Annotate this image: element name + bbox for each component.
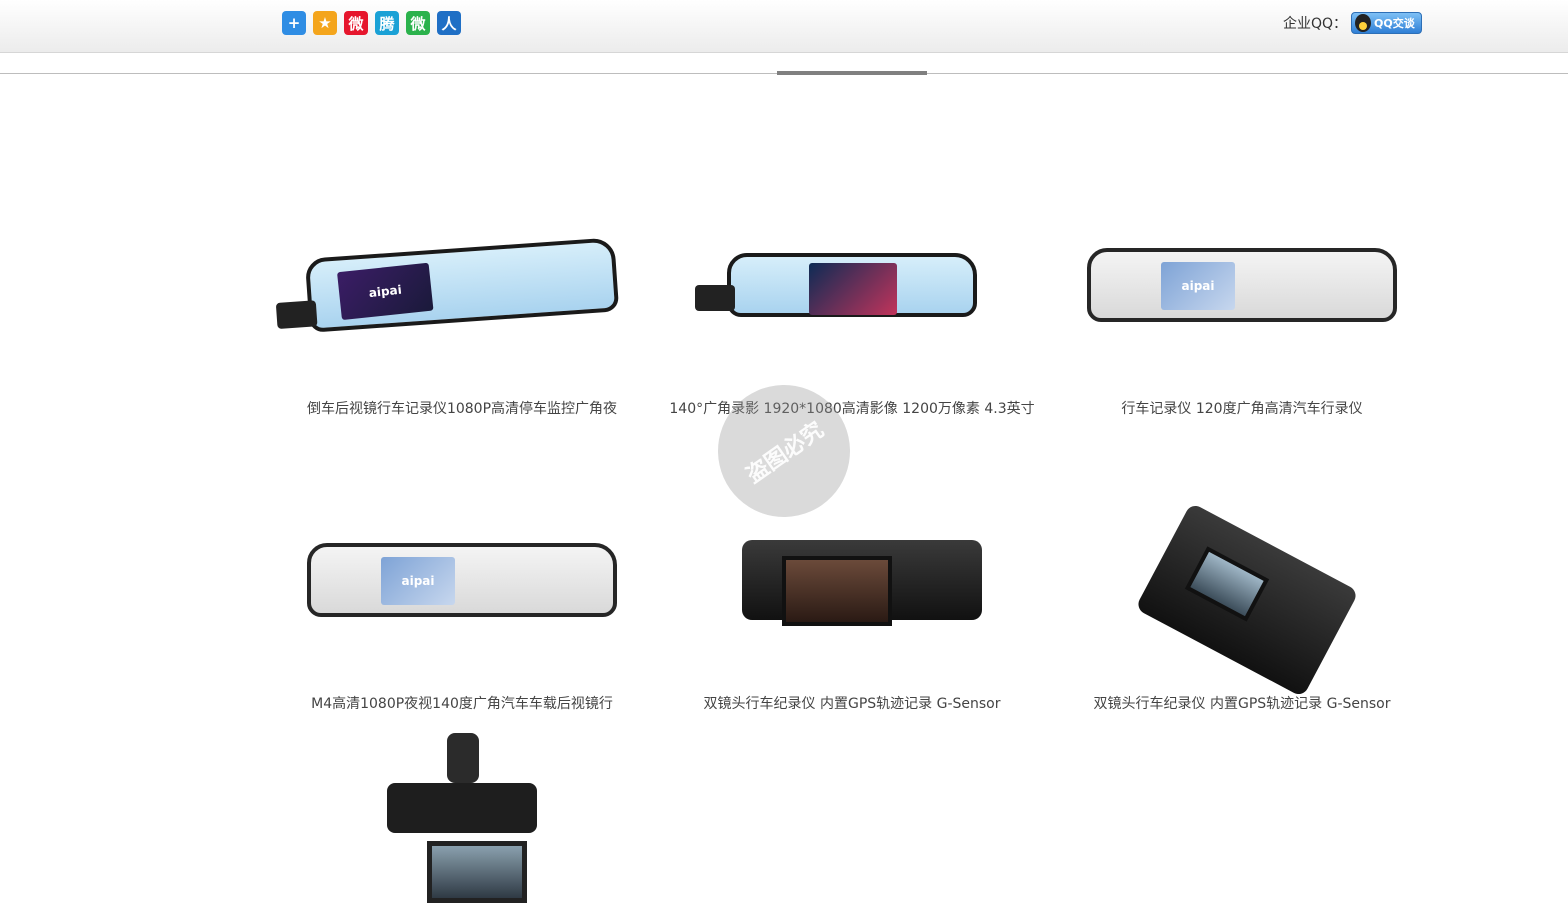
dashboard-screen [809,263,897,315]
weibo-icon[interactable]: 微 [344,11,368,35]
product-card[interactable]: aipai 倒车后视镜行车记录仪1080P高清停车监控广角夜 [267,210,657,418]
mirror-dvr-image [695,253,977,317]
share-icons: + ★ 微 腾 微 人 [282,11,461,35]
share-plus-icon[interactable]: + [282,11,306,35]
product-card[interactable]: aipai 行车记录仪 120度广角高清汽车行录仪 [1047,210,1437,418]
product-image[interactable] [657,210,1047,360]
wechat-icon[interactable]: 微 [406,11,430,35]
screen-brand: aipai [1161,262,1235,310]
camera-lcd [427,841,527,903]
mirror-dvr-image: aipai [1087,248,1397,322]
tencent-weibo-icon[interactable]: 腾 [375,11,399,35]
product-caption[interactable]: 行车记录仪 120度广角高清汽车行录仪 [1047,398,1437,418]
product-card[interactable]: 双镜头行车纪录仪 内置GPS轨迹记录 G-Sensor [657,505,1047,713]
camera-mount [447,733,479,783]
qq-penguin-icon [1355,14,1372,32]
product-card[interactable]: 双镜头行车纪录仪 内置GPS轨迹记录 G-Sensor [1047,502,1437,713]
product-caption[interactable]: 倒车后视镜行车记录仪1080P高清停车监控广角夜 [267,398,657,418]
screen-brand: aipai [381,557,455,605]
product-image[interactable]: aipai [267,210,657,360]
mirror-dvr-image: aipai [307,543,617,617]
camera-lens-bar [387,783,537,833]
product-card[interactable]: aipai M4高清1080P夜视140度广角汽车车载后视镜行 [267,505,657,713]
product-caption[interactable]: 双镜头行车纪录仪 内置GPS轨迹记录 G-Sensor [657,693,1047,713]
renren-icon[interactable]: 人 [437,11,461,35]
product-image[interactable]: aipai [1047,210,1437,360]
product-card[interactable]: 140°广角录影 1920*1080高清影像 1200万像素 4.3英寸 [657,210,1047,418]
product-caption[interactable]: M4高清1080P夜视140度广角汽车车载后视镜行 [267,693,657,713]
qq-label: 企业QQ： [1283,16,1348,32]
rear-camera-image [695,285,735,311]
product-image[interactable] [267,733,657,903]
camera-lcd [782,556,892,626]
product-caption[interactable]: 140°广角录影 1920*1080高清影像 1200万像素 4.3英寸 [657,398,1047,418]
product-image[interactable]: aipai [267,505,657,655]
active-tab-indicator [777,71,927,75]
enterprise-qq: 企业QQ： QQ交谈 [1283,12,1422,34]
product-caption[interactable]: 双镜头行车纪录仪 内置GPS轨迹记录 G-Sensor [1047,693,1437,713]
rotating-lens-dashcam-image [387,733,537,903]
product-image[interactable] [657,505,1047,655]
qzone-star-icon[interactable]: ★ [313,11,337,35]
dual-lens-dashcam-image [1122,502,1362,698]
dual-lens-dashcam-image [732,520,982,640]
screen-brand: aipai [337,262,434,321]
rear-camera-image [275,300,318,329]
product-image[interactable] [1047,502,1437,698]
qq-chat-button[interactable]: QQ交谈 [1351,12,1422,34]
product-card[interactable] [267,733,657,903]
mirror-dvr-image: aipai [275,237,620,333]
qq-chat-label: QQ交谈 [1374,17,1415,30]
top-toolbar: + ★ 微 腾 微 人 企业QQ： QQ交谈 [0,0,1568,53]
